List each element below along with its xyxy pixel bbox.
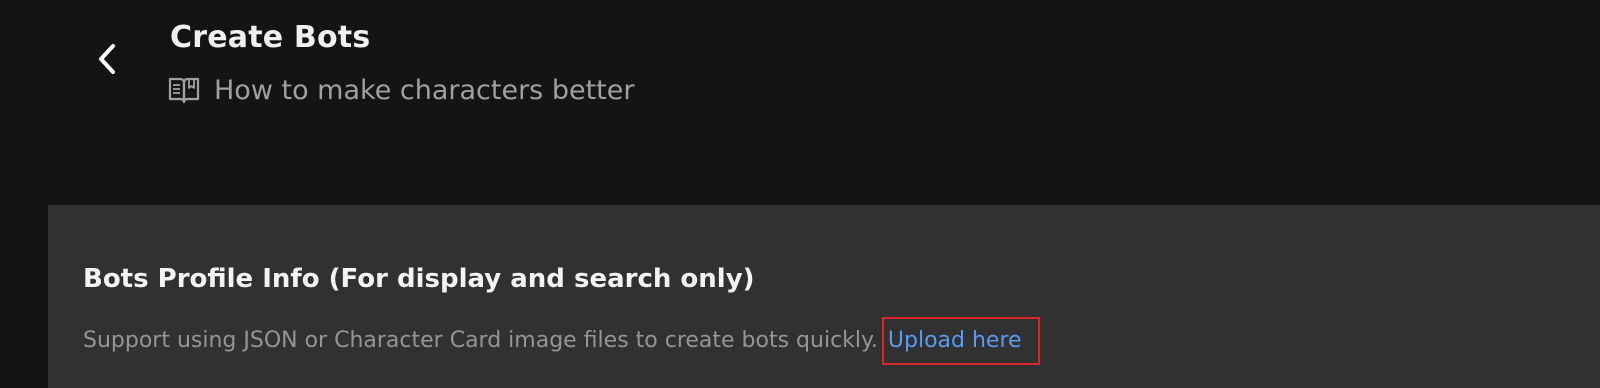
description-text: Support using JSON or Character Card ima… xyxy=(83,328,878,353)
bots-profile-panel: Bots Profile Info (For display and searc… xyxy=(48,205,1600,388)
page-title: Create Bots xyxy=(170,20,371,55)
guide-link[interactable]: How to make characters better xyxy=(168,72,634,108)
chevron-left-icon xyxy=(94,42,120,80)
panel-title: Bots Profile Info (For display and searc… xyxy=(83,264,755,294)
upload-here-link[interactable]: Upload here xyxy=(881,317,1040,365)
book-icon xyxy=(168,75,200,105)
back-button[interactable] xyxy=(84,38,130,84)
panel-description: Support using JSON or Character Card ima… xyxy=(83,317,1040,365)
guide-link-label: How to make characters better xyxy=(214,74,635,106)
create-bots-page: Create Bots How to make characters bette… xyxy=(0,0,1600,388)
